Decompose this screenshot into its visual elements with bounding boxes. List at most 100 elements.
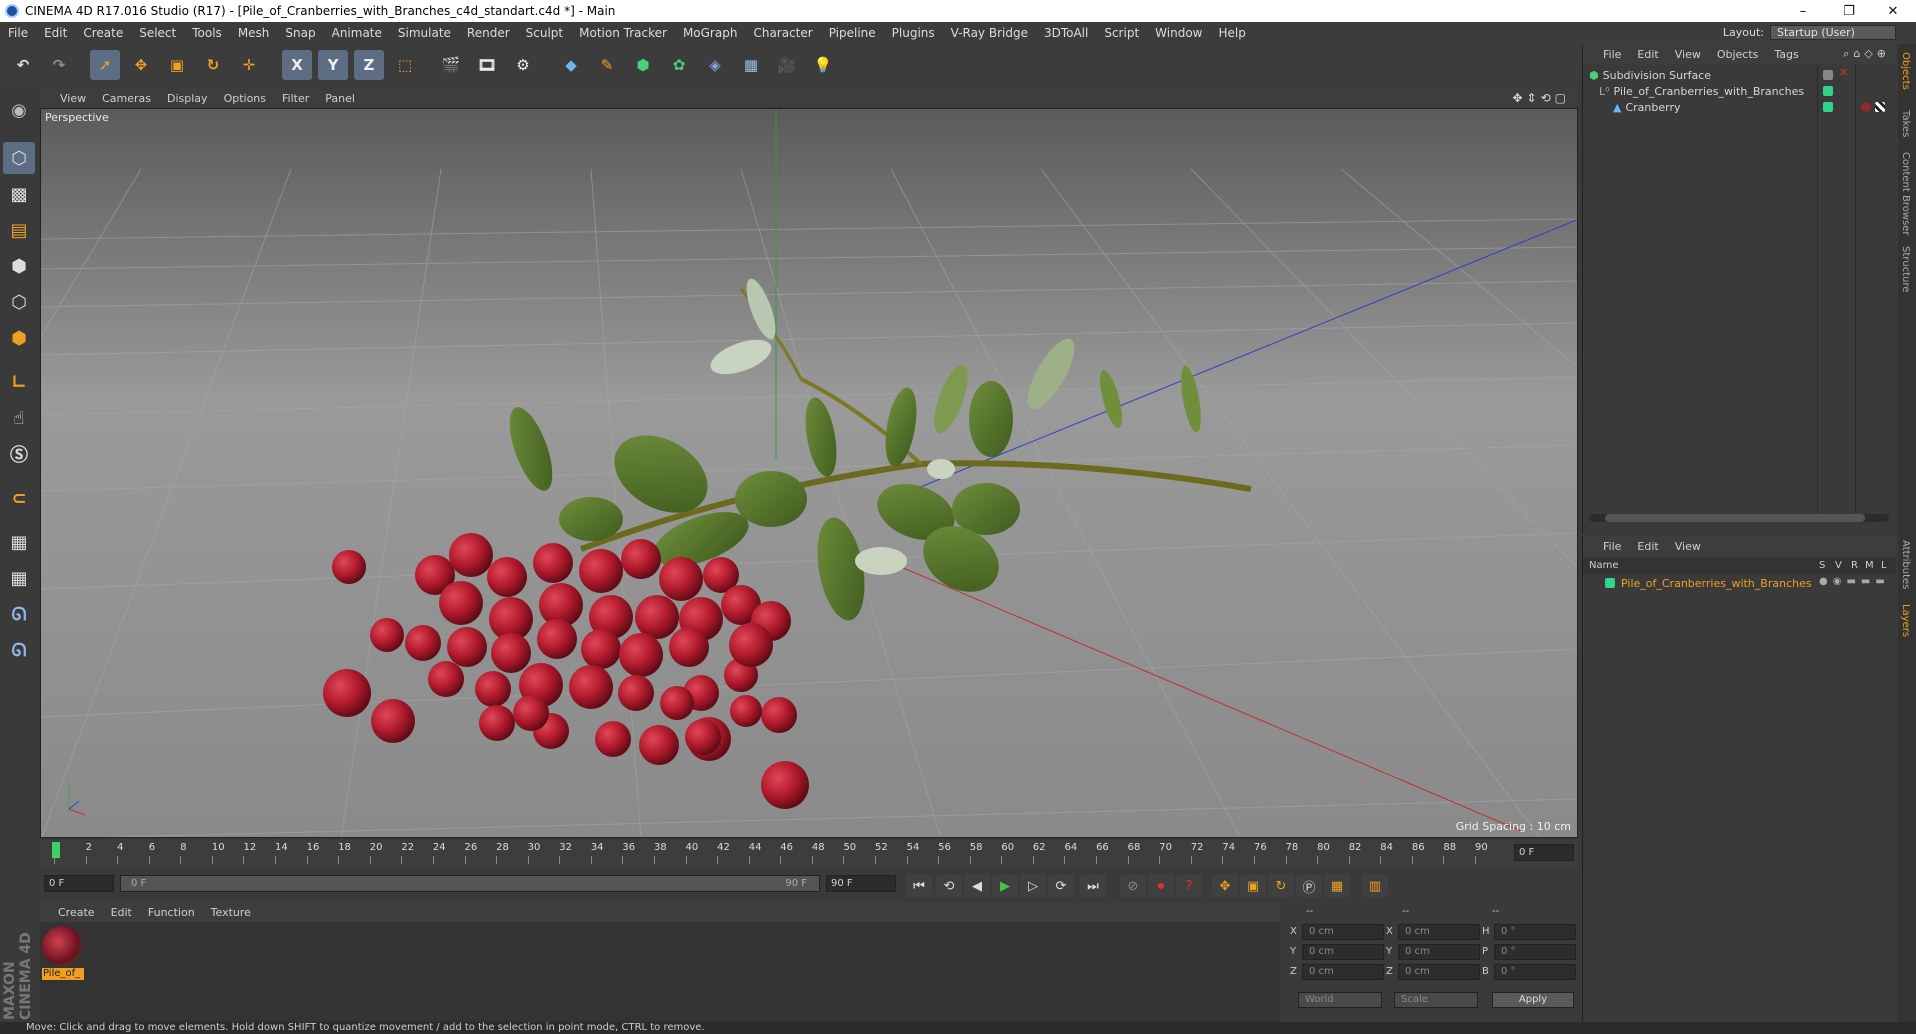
layer-row[interactable]: Pile_of_Cranberries_with_Branches (1605, 574, 1812, 592)
mograph-cloner-icon[interactable]: ✿ (664, 50, 694, 80)
end-frame-field[interactable]: 90 F (826, 875, 896, 892)
menu-tools[interactable]: Tools (184, 26, 230, 40)
material-menu-texture[interactable]: Texture (203, 906, 259, 919)
cube-primitive-icon[interactable]: ◆ (556, 50, 586, 80)
viewport-menu-options[interactable]: Options (216, 92, 274, 105)
axis-x-lock-icon[interactable]: X (282, 50, 312, 80)
obj-menu-tags[interactable]: Tags (1774, 48, 1808, 61)
menu-snap[interactable]: Snap (277, 26, 323, 40)
points-mode-icon[interactable]: ⬢ (3, 250, 35, 282)
disable-x-icon[interactable]: ✕ (1839, 66, 1848, 79)
edges-mode-icon[interactable]: ⬡ (3, 286, 35, 318)
menu-simulate[interactable]: Simulate (390, 26, 459, 40)
camera-icon[interactable]: 🎥 (772, 50, 802, 80)
size-mode-dropdown[interactable]: Scale (1394, 992, 1478, 1008)
layer-tag-icon[interactable] (1823, 70, 1833, 80)
go-to-end-icon[interactable]: ⏭ (1080, 875, 1106, 897)
playhead-marker[interactable] (52, 842, 60, 858)
material-menu-function[interactable]: Function (140, 906, 203, 919)
live-selection-icon[interactable]: ✛ (234, 50, 264, 80)
deformer-icon[interactable]: ◈ (700, 50, 730, 80)
key-position-icon[interactable]: ✥ (1212, 875, 1238, 897)
restore-button[interactable]: ❐ (1826, 0, 1872, 22)
previous-frame-icon[interactable]: ◀ (964, 875, 990, 897)
layer-menu-file[interactable]: File (1603, 540, 1631, 553)
menu-render[interactable]: Render (459, 26, 518, 40)
menu-3dtoall[interactable]: 3DToAll (1036, 26, 1096, 40)
layer-menu-view[interactable]: View (1675, 540, 1711, 553)
rotate-tool-icon[interactable]: ↻ (198, 50, 228, 80)
current-frame-field[interactable]: 0 F (1514, 844, 1574, 861)
z-size-field[interactable]: 0 cm (1398, 964, 1480, 980)
record-keys-icon[interactable]: ⊘ (1120, 875, 1146, 897)
layer-menu-edit[interactable]: Edit (1637, 540, 1668, 553)
scrollbar-thumb[interactable] (1605, 514, 1865, 522)
menu-script[interactable]: Script (1096, 26, 1147, 40)
start-frame-field[interactable]: 0 F (44, 875, 114, 892)
axis-mode-icon[interactable]: ∟ (3, 366, 35, 398)
viewport-menu-view[interactable]: View (52, 92, 94, 105)
menu-mograph[interactable]: MoGraph (675, 26, 746, 40)
key-rotation-icon[interactable]: ↻ (1268, 875, 1294, 897)
viewport-menu-filter[interactable]: Filter (274, 92, 317, 105)
timeline-ruler[interactable]: 0246810121416182022242628303234363840424… (40, 840, 1578, 868)
undo-icon[interactable]: ↶ (8, 50, 38, 80)
tweak-mode-icon[interactable]: ☝ (3, 402, 35, 434)
y-position-field[interactable]: 0 cm (1302, 944, 1384, 960)
redo-icon[interactable]: ↷ (44, 50, 74, 80)
snapping-icon[interactable]: Ⓢ (3, 438, 35, 470)
select-pointer-icon[interactable]: ➚ (90, 50, 120, 80)
next-key-icon[interactable]: ⟳ (1048, 875, 1074, 897)
menu-pipeline[interactable]: Pipeline (821, 26, 884, 40)
material-menu-create[interactable]: Create (50, 906, 103, 919)
python-console-icon[interactable]: ᘏ (3, 634, 35, 666)
key-parameter-icon[interactable]: Ⓟ (1296, 875, 1322, 897)
menu-character[interactable]: Character (745, 26, 820, 40)
play-forward-icon[interactable]: ▶ (992, 875, 1018, 897)
tab-objects[interactable]: Objects (1900, 52, 1911, 90)
menu-select[interactable]: Select (131, 26, 184, 40)
make-editable-icon[interactable]: ◉ (3, 94, 35, 126)
keyframe-selection-icon[interactable]: ? (1176, 875, 1202, 897)
render-view-icon[interactable]: 🎬 (436, 50, 466, 80)
texture-tag-icon[interactable] (1875, 102, 1885, 112)
menu-create[interactable]: Create (75, 26, 131, 40)
move-tool-icon[interactable]: ✥ (126, 50, 156, 80)
viewport-nav-icons[interactable]: ✥⇕⟲▢ (1512, 91, 1570, 105)
layer-color-swatch[interactable] (1823, 86, 1833, 96)
tab-content-browser[interactable]: Content Browser (1900, 152, 1911, 235)
timeline-window-icon[interactable]: ▥ (1362, 875, 1388, 897)
h-rotation-field[interactable]: 0 ° (1494, 924, 1576, 940)
z-position-field[interactable]: 0 cm (1302, 964, 1384, 980)
symmetry-icon[interactable]: ▦ (3, 562, 35, 594)
tab-takes[interactable]: Takes (1900, 110, 1911, 137)
menu-plugins[interactable]: Plugins (884, 26, 943, 40)
minimize-button[interactable]: – (1780, 0, 1826, 22)
close-button[interactable]: ✕ (1870, 0, 1916, 22)
pen-spline-icon[interactable]: ✎ (592, 50, 622, 80)
menu-window[interactable]: Window (1147, 26, 1210, 40)
magnet-icon[interactable]: ⊂ (3, 482, 35, 514)
workplane-mode-icon[interactable]: ▤ (3, 214, 35, 246)
menu-sculpt[interactable]: Sculpt (518, 26, 571, 40)
x-size-field[interactable]: 0 cm (1398, 924, 1480, 940)
obj-menu-edit[interactable]: Edit (1637, 48, 1668, 61)
light-icon[interactable]: 💡 (808, 50, 838, 80)
subdivision-surface-icon[interactable]: ⬢ (628, 50, 658, 80)
go-to-start-icon[interactable]: ⏮ (906, 875, 932, 897)
menu-animate[interactable]: Animate (324, 26, 390, 40)
obj-menu-objects[interactable]: Objects (1717, 48, 1769, 61)
auto-keying-icon[interactable]: ⏺ (1148, 875, 1174, 897)
viewport-menu-panel[interactable]: Panel (317, 92, 363, 105)
model-mode-icon[interactable]: ⬡ (3, 142, 35, 174)
menu-file[interactable]: File (0, 26, 36, 40)
tab-attributes[interactable]: Attributes (1900, 540, 1911, 589)
key-scale-icon[interactable]: ▣ (1240, 875, 1266, 897)
b-rotation-field[interactable]: 0 ° (1494, 964, 1576, 980)
axis-z-lock-icon[interactable]: Z (354, 50, 384, 80)
coordinate-system-icon[interactable]: ⬚ (390, 50, 420, 80)
viewport-menu-cameras[interactable]: Cameras (94, 92, 159, 105)
material-menu-edit[interactable]: Edit (103, 906, 140, 919)
apply-button[interactable]: Apply (1492, 992, 1574, 1008)
scale-tool-icon[interactable]: ▣ (162, 50, 192, 80)
